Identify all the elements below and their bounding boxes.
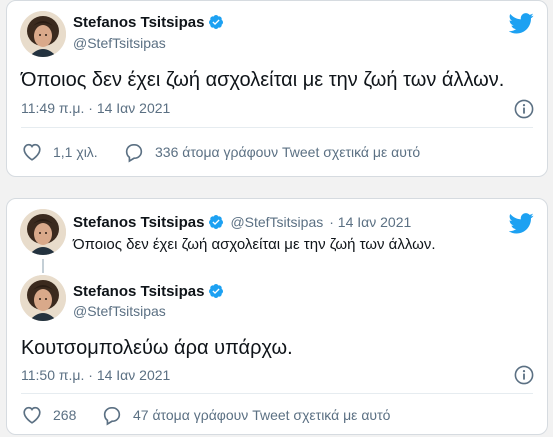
info-icon[interactable] bbox=[514, 99, 534, 119]
heart-icon bbox=[21, 404, 43, 426]
like-action[interactable]: 1,1 χιλ. bbox=[21, 141, 98, 163]
parent-avatar[interactable] bbox=[20, 209, 66, 255]
author-name-row[interactable]: Stefanos Tsitsipas bbox=[73, 14, 224, 31]
speech-bubble-icon bbox=[101, 404, 123, 426]
parent-author-handle[interactable]: @StefTsitsipas bbox=[230, 214, 323, 230]
reply-count: 47 άτομα γράφουν Tweet σχετικά με αυτό bbox=[133, 407, 391, 423]
author-name[interactable]: Stefanos Tsitsipas bbox=[73, 14, 204, 31]
parent-author-name[interactable]: Stefanos Tsitsipas bbox=[73, 214, 204, 231]
verified-badge-icon bbox=[208, 14, 224, 30]
tweet-text: Όποιος δεν έχει ζωή ασχολείται με την ζω… bbox=[21, 69, 505, 91]
tweet-card[interactable]: Stefanos Tsitsipas @StefTsitsipas Όποιος… bbox=[6, 0, 548, 177]
author-handle[interactable]: @StefTsitsipas bbox=[73, 303, 166, 319]
parent-tweet-date[interactable]: · 14 Ιαν 2021 bbox=[329, 214, 411, 230]
like-action[interactable]: 268 bbox=[21, 404, 76, 426]
tweet-card[interactable]: Stefanos Tsitsipas @StefTsitsipas · 14 Ιαν… bbox=[6, 198, 548, 435]
info-icon[interactable] bbox=[514, 365, 534, 385]
tweet-timestamp[interactable]: 11:50 π.μ. · 14 Ιαν 2021 bbox=[21, 367, 170, 383]
parent-tweet-text: Όποιος δεν έχει ζωή ασχολείται με την ζω… bbox=[73, 236, 436, 253]
author-name[interactable]: Stefanos Tsitsipas bbox=[73, 283, 204, 300]
verified-badge-icon bbox=[208, 283, 224, 299]
thread-line bbox=[42, 259, 44, 273]
avatar[interactable] bbox=[20, 11, 66, 57]
speech-bubble-icon bbox=[123, 141, 145, 163]
reply-action[interactable]: 336 άτομα γράφουν Tweet σχετικά με αυτό bbox=[123, 141, 420, 163]
author-name-row[interactable]: Stefanos Tsitsipas bbox=[73, 283, 224, 300]
reply-action[interactable]: 47 άτομα γράφουν Tweet σχετικά με αυτό bbox=[101, 404, 390, 426]
like-count: 268 bbox=[53, 407, 77, 423]
tweet-text: Κουτσομπολεύω άρα υπάρχω. bbox=[21, 337, 293, 359]
reply-count: 336 άτομα γράφουν Tweet σχετικά με αυτό bbox=[155, 144, 421, 160]
divider bbox=[21, 127, 533, 128]
parent-author-row[interactable]: Stefanos Tsitsipas @StefTsitsipas · 14 Ιαν… bbox=[73, 214, 411, 231]
like-count: 1,1 χιλ. bbox=[53, 144, 98, 160]
tweet-timestamp[interactable]: 11:49 π.μ. · 14 Ιαν 2021 bbox=[21, 100, 170, 116]
divider bbox=[21, 393, 533, 394]
avatar[interactable] bbox=[20, 275, 66, 321]
author-handle[interactable]: @StefTsitsipas bbox=[73, 35, 166, 51]
verified-badge-icon bbox=[208, 214, 224, 230]
twitter-bird-icon[interactable] bbox=[509, 13, 534, 34]
heart-icon bbox=[21, 141, 43, 163]
twitter-bird-icon[interactable] bbox=[509, 213, 534, 234]
